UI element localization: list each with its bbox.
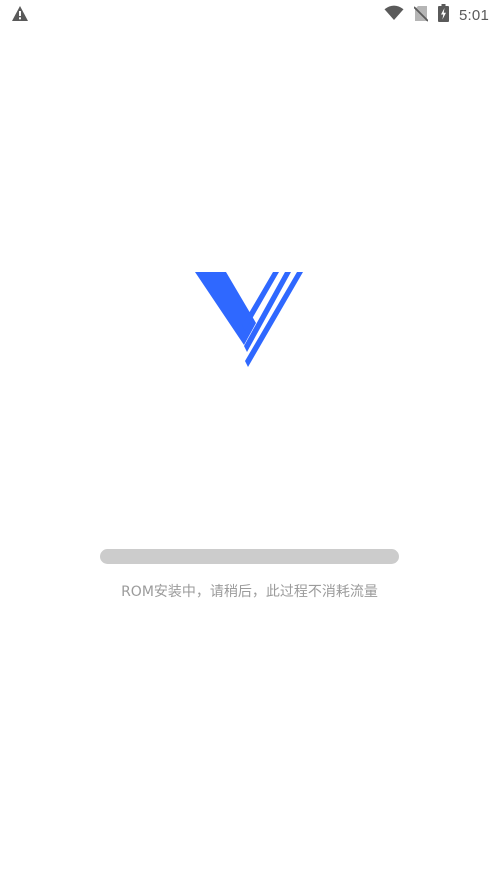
wifi-icon [384,5,404,25]
v-logo-icon [195,271,305,373]
status-bar: 5:01 [0,0,499,28]
battery-charging-icon [438,4,449,26]
install-status-message: ROM安装中，请稍后，此过程不消耗流量 [121,584,378,600]
warning-icon [11,5,29,26]
install-progress-bar [100,549,399,564]
status-time: 5:01 [459,6,489,24]
no-sim-icon [413,5,429,26]
